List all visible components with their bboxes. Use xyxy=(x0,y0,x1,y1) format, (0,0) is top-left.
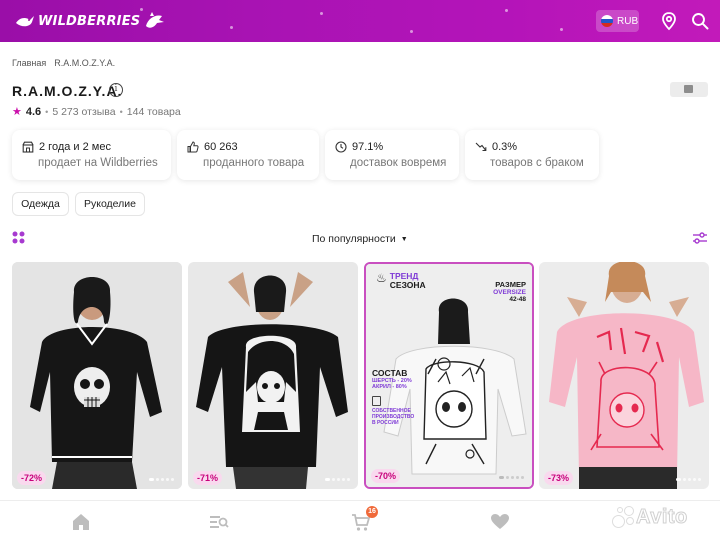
sparkle xyxy=(410,30,413,33)
product-image xyxy=(12,262,182,489)
promo-composition-block: СОСТАВ ШЕРСТЬ - 20% АКРИЛ - 80% СОБСТВЕН… xyxy=(372,368,414,426)
stat-card-defects: 0.3% товаров с браком xyxy=(465,130,599,180)
image-pager-dots xyxy=(499,476,524,479)
bird-logo-icon xyxy=(16,16,34,27)
promo-trend-line2: СЕЗОНА xyxy=(389,280,426,290)
product-card[interactable]: ♨ ТРЕНД СЕЗОНА РАЗМЕР OVERSIZE 42-48 СОС… xyxy=(364,262,534,489)
trend-down-icon xyxy=(475,142,487,152)
promo-size-range: 42-48 xyxy=(509,296,526,303)
avito-logo-icon xyxy=(612,506,634,528)
breadcrumb-home[interactable]: Главная xyxy=(12,58,46,68)
favorites-icon[interactable] xyxy=(490,512,510,532)
promo-size-type: OVERSIZE xyxy=(493,289,526,296)
seller-rating-row: ★ 4.6 • 5 273 отзыва • 144 товара xyxy=(12,105,181,119)
product-card[interactable]: -73% xyxy=(539,262,709,489)
image-pager-dots xyxy=(149,478,174,481)
breadcrumb: Главная R.A.M.O.Z.Y.A. xyxy=(12,58,115,68)
grid-view-icon[interactable] xyxy=(12,231,25,244)
breadcrumb-seller[interactable]: R.A.M.O.Z.Y.A. xyxy=(54,58,115,68)
home-icon[interactable] xyxy=(71,512,91,532)
avito-watermark: Avito xyxy=(612,502,688,532)
discount-badge: -70% xyxy=(371,469,401,483)
seller-products-count: 144 товара xyxy=(126,105,181,118)
currency-label: RUB xyxy=(617,15,639,27)
flag-icon xyxy=(684,85,693,93)
discount-badge: -71% xyxy=(193,471,223,485)
product-card[interactable]: -72% xyxy=(12,262,182,489)
caret-down-icon: ▼ xyxy=(400,235,408,243)
sort-dropdown[interactable]: По популярности ▼ xyxy=(312,233,408,245)
seller-reviews[interactable]: 5 273 отзыва xyxy=(52,106,115,118)
logo-text: WILDBERRIES xyxy=(38,13,141,29)
factory-icon xyxy=(372,396,381,406)
avito-watermark-text: Avito xyxy=(636,505,688,528)
product-image xyxy=(188,262,358,489)
currency-selector[interactable]: RUB xyxy=(596,10,639,32)
star-icon: ★ xyxy=(12,106,22,118)
sort-label: По популярности xyxy=(312,233,396,245)
stat-value: 97.1% xyxy=(352,141,384,153)
russia-flag-icon xyxy=(601,15,613,27)
separator-dot: • xyxy=(119,106,123,117)
discount-badge: -73% xyxy=(544,471,574,485)
stat-label: товаров с браком xyxy=(490,157,584,169)
dragon-logo-icon xyxy=(146,12,165,28)
cart-count-badge: 16 xyxy=(366,506,378,518)
image-pager-dots xyxy=(325,478,350,481)
category-chip-crafts[interactable]: Рукоделие xyxy=(75,192,145,216)
seller-rating: 4.6 xyxy=(25,105,42,118)
promo-size-title: РАЗМЕР xyxy=(495,280,526,289)
stat-value: 2 года и 2 мес xyxy=(39,141,111,153)
sparkle xyxy=(505,9,508,12)
separator-dot: • xyxy=(45,106,49,117)
sparkle xyxy=(230,26,233,29)
search-icon[interactable] xyxy=(690,11,710,31)
seller-name: R.A.M.O.Z.Y.A. xyxy=(12,83,123,99)
promo-composition-title: СОСТАВ xyxy=(372,368,408,378)
category-chip-clothing[interactable]: Одежда xyxy=(12,192,69,216)
promo-size-block: РАЗМЕР OVERSIZE 42-48 xyxy=(493,280,526,303)
thumbs-up-icon xyxy=(187,141,199,153)
location-pin-icon[interactable] xyxy=(659,11,679,31)
stat-label: продает на Wildberries xyxy=(38,157,158,169)
header-bar: WILDBERRIES RUB xyxy=(0,0,720,42)
promo-production-line: В РОССИИ xyxy=(372,420,399,426)
sparkle xyxy=(320,12,323,15)
stat-card-sold: 60 263 проданного товара xyxy=(177,130,319,180)
stat-label: доставок вовремя xyxy=(350,157,447,169)
fire-icon: ♨ xyxy=(376,271,387,285)
clock-icon xyxy=(335,141,347,153)
stat-card-tenure: 2 года и 2 мес продает на Wildberries xyxy=(12,130,171,180)
stat-value: 0.3% xyxy=(492,141,518,153)
stat-value: 60 263 xyxy=(204,141,238,153)
filter-icon[interactable] xyxy=(692,230,708,246)
discount-badge: -72% xyxy=(17,471,47,485)
promo-composition-line: АКРИЛ - 80% xyxy=(372,384,407,390)
wildberries-logo[interactable]: WILDBERRIES xyxy=(14,9,166,33)
stat-label: проданного товара xyxy=(203,157,305,169)
info-icon[interactable]: i xyxy=(109,83,123,97)
report-button[interactable] xyxy=(670,82,708,97)
stat-card-ontime: 97.1% доставок вовремя xyxy=(325,130,459,180)
shop-icon xyxy=(22,141,34,153)
product-image xyxy=(539,262,709,489)
product-card[interactable]: -71% xyxy=(188,262,358,489)
sparkle xyxy=(560,28,563,31)
catalog-icon[interactable] xyxy=(209,512,229,532)
image-pager-dots xyxy=(676,478,701,481)
promo-trend-label: ♨ ТРЕНД СЕЗОНА xyxy=(376,272,426,290)
